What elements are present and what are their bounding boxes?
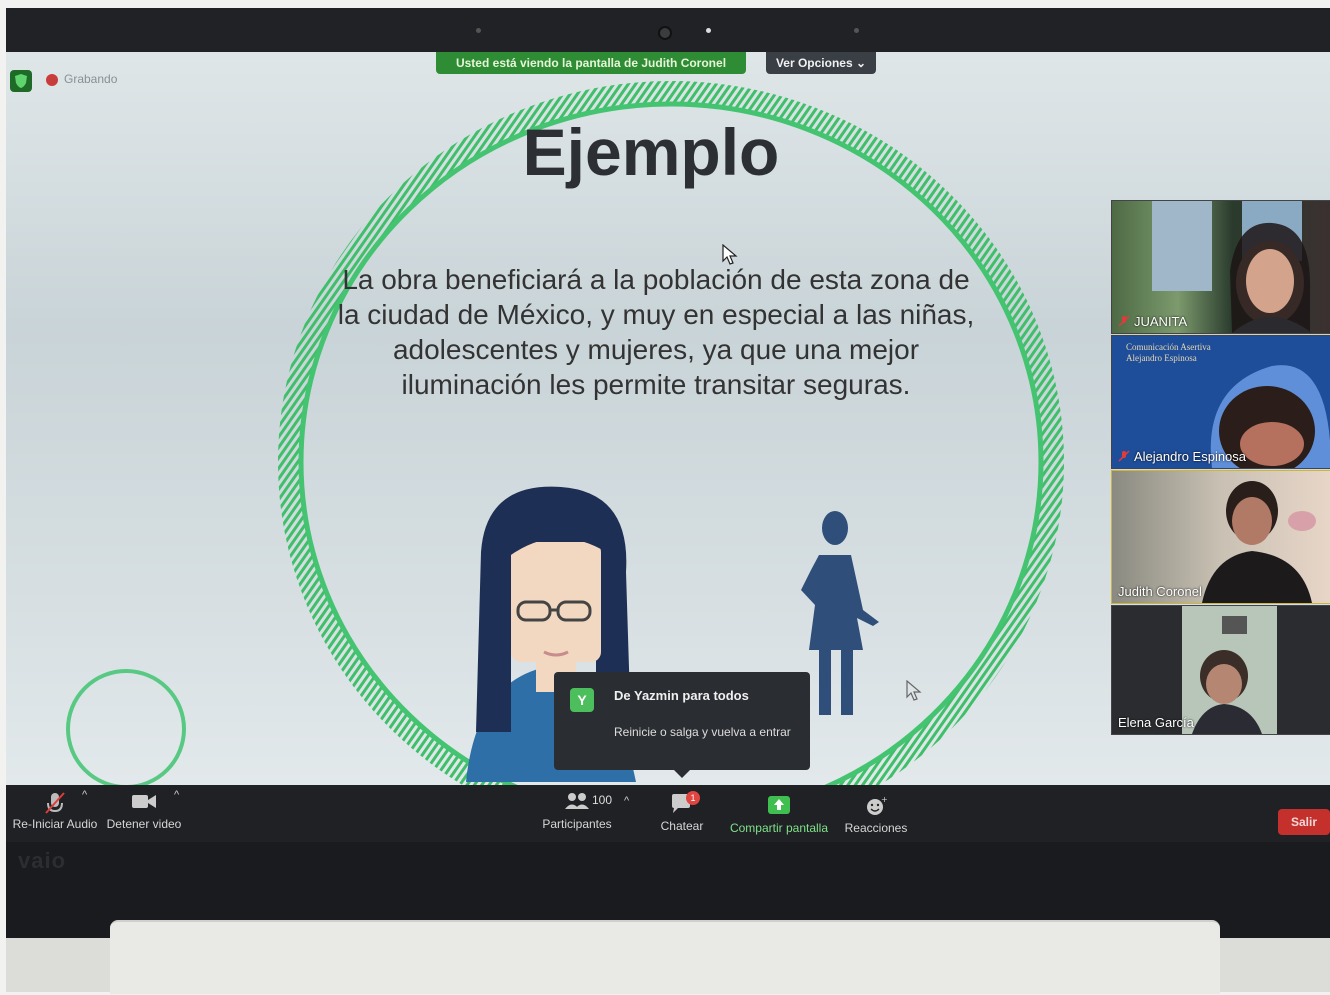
video-tile-elena[interactable]: Elena García <box>1111 605 1330 735</box>
video-button-label: Detener video <box>106 817 182 831</box>
participants-count: 100 <box>592 793 613 807</box>
decorative-ring <box>66 669 186 789</box>
reactions-button-label: Reacciones <box>844 821 908 835</box>
slide-title: Ejemplo <box>522 115 780 189</box>
video-tile-alejandro[interactable]: Comunicación Asertiva Alejandro Espinosa… <box>1111 335 1330 469</box>
participant-name: Alejandro Espinosa <box>1118 449 1246 464</box>
muted-mic-icon <box>1118 450 1130 462</box>
audio-options-caret-icon[interactable]: ^ <box>82 789 87 801</box>
participant-name-text: JUANITA <box>1134 314 1188 329</box>
mouse-pointer-icon <box>722 244 738 265</box>
camera-light <box>706 28 711 33</box>
participant-name: JUANITA <box>1118 314 1187 329</box>
laptop-hinge <box>110 920 1220 994</box>
remote-pointer-icon <box>906 680 922 701</box>
video-button[interactable]: Detener video <box>104 791 184 831</box>
participants-button[interactable]: 100 Participantes <box>534 791 620 831</box>
tile-overlay-text: Comunicación Asertiva Alejandro Espinosa <box>1126 342 1211 363</box>
screen-share-banner: Usted está viendo la pantalla de Judith … <box>436 52 746 74</box>
participant-name: Judith Coronel <box>1118 584 1202 599</box>
laptop-base-left <box>6 938 110 992</box>
recording-label: Grabando <box>64 72 118 86</box>
view-options-label: Ver Opciones <box>775 56 853 70</box>
participant-name-text: Alejandro Espinosa <box>1134 449 1247 464</box>
share-screen-button[interactable]: Compartir pantalla <box>724 795 834 835</box>
reactions-button[interactable]: + Reacciones <box>842 795 910 835</box>
bezel-top <box>6 8 1330 52</box>
audio-button-label: Re-Iniciar Audio <box>12 817 98 831</box>
security-shield-icon[interactable] <box>10 70 32 92</box>
participants-button-label: Participantes <box>542 817 612 831</box>
chevron-down-icon: ⌄ <box>855 56 867 70</box>
chat-button-label: Chatear <box>660 819 704 833</box>
share-screen-icon <box>768 796 790 814</box>
video-tile-juanita[interactable]: JUANITA <box>1111 200 1330 334</box>
muted-mic-icon <box>1118 315 1130 327</box>
chat-unread-badge: 1 <box>686 791 700 805</box>
video-tile-judith[interactable]: Judith Coronel <box>1111 470 1330 604</box>
chat-notification-popup[interactable]: Y De Yazmin para todos Reinicie o salga … <box>554 672 810 778</box>
slide-body-text: La obra beneficiará a la población de es… <box>337 264 975 400</box>
muted-mic-icon <box>45 792 65 814</box>
leave-meeting-button[interactable]: Salir <box>1278 809 1330 835</box>
chat-message: Reinicie o salga y vuelva a entrar <box>614 725 791 739</box>
meeting-toolbar: Re-Iniciar Audio ^ Detener video ^ 100 P… <box>6 785 1330 842</box>
svg-text:+: + <box>881 795 887 804</box>
zoom-screen: Grabando Ejemplo La obra beneficiará a l… <box>6 52 1330 842</box>
participants-options-caret-icon[interactable]: ^ <box>624 795 629 807</box>
sender-avatar: Y <box>570 688 594 712</box>
chat-sender: De Yazmin para todos <box>614 688 749 703</box>
video-options-caret-icon[interactable]: ^ <box>174 789 179 801</box>
video-camera-icon <box>132 795 156 808</box>
webcam <box>658 26 672 40</box>
participant-name: Elena García <box>1118 715 1194 730</box>
recording-dot-icon <box>46 74 58 86</box>
laptop-brand-logo: vaio <box>18 848 67 873</box>
participants-icon <box>565 793 589 809</box>
sensor-dot <box>476 28 481 33</box>
smiley-reaction-icon: + <box>867 795 888 815</box>
chat-button[interactable]: 1 Chatear <box>654 791 710 833</box>
sensor-dot <box>854 28 859 33</box>
share-screen-label: Compartir pantalla <box>729 821 829 835</box>
laptop-base-right <box>1220 938 1330 992</box>
view-options-button[interactable]: Ver Opciones ⌄ <box>766 52 876 74</box>
